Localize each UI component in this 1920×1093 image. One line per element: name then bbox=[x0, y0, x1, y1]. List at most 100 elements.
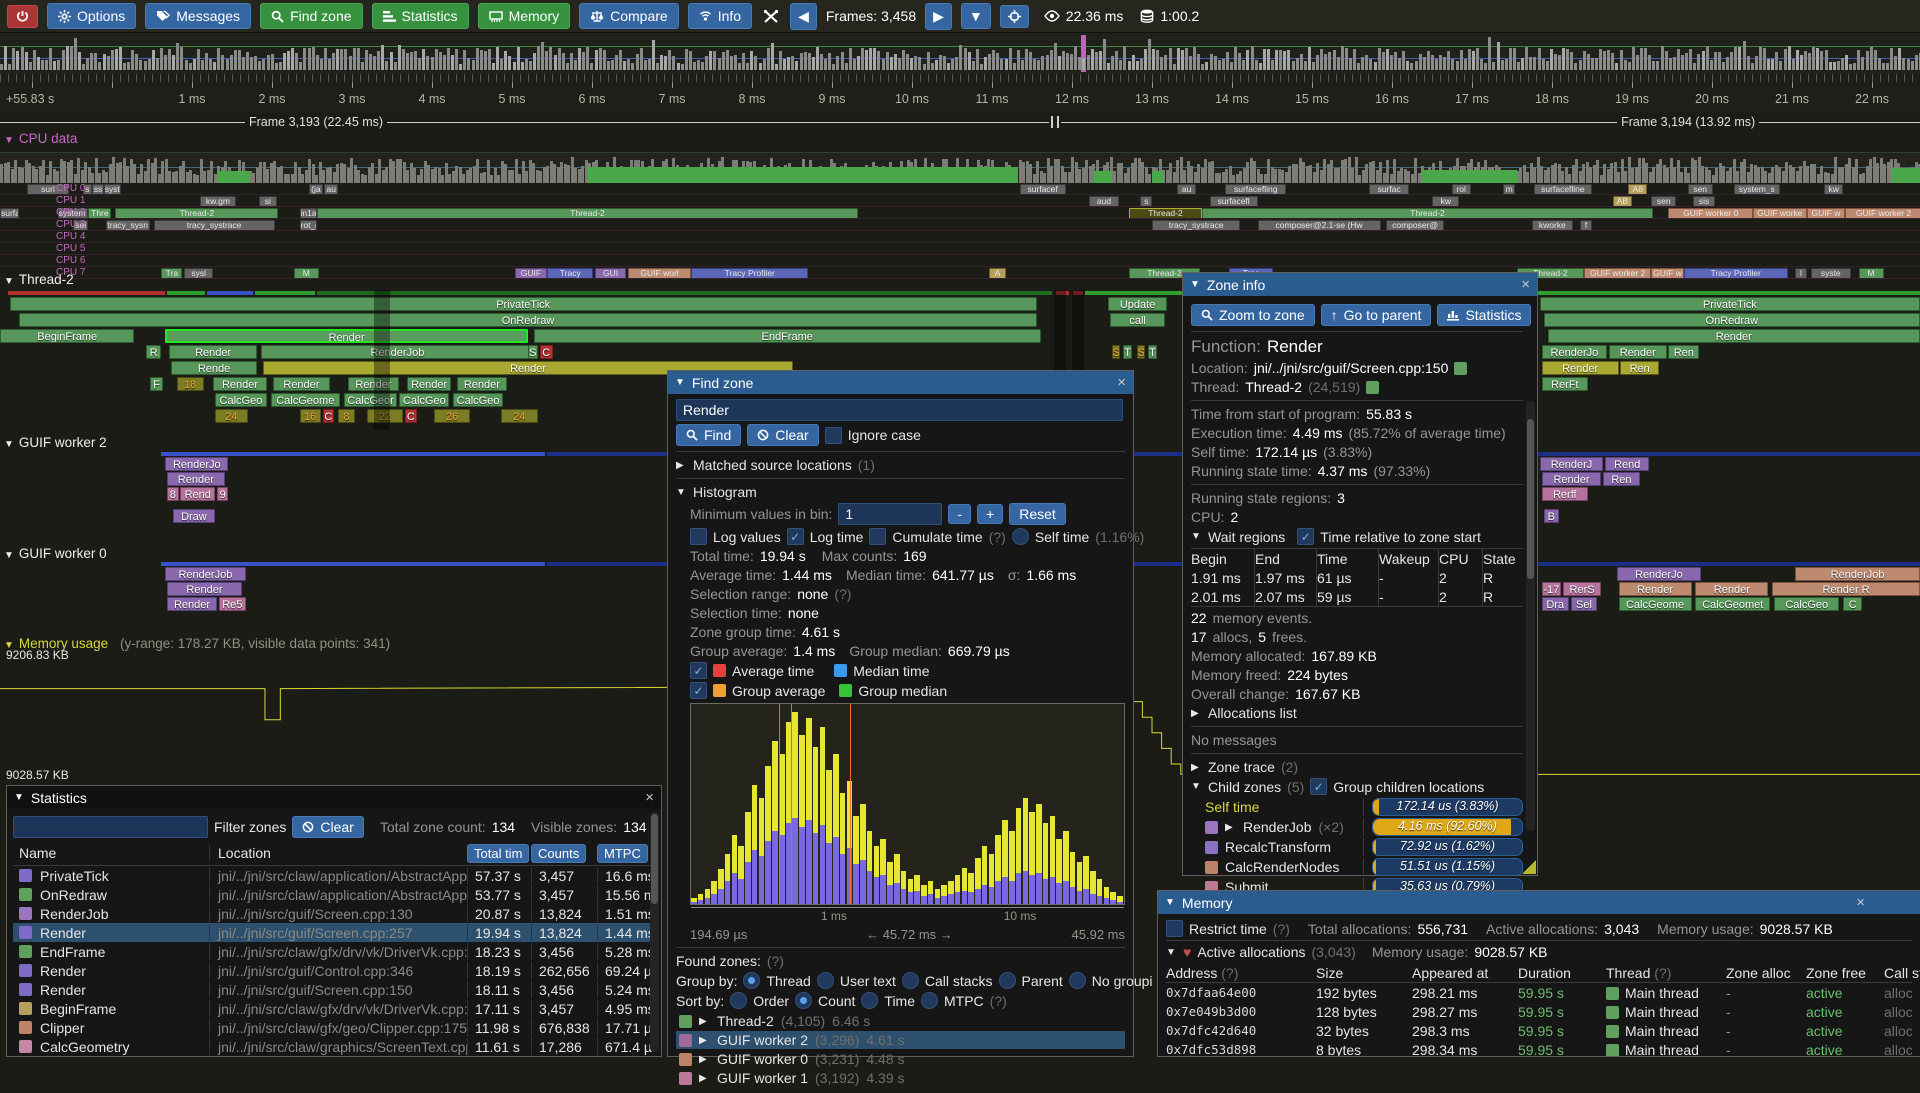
findzone-histogram[interactable] bbox=[690, 703, 1125, 905]
cpu-zone-chip[interactable]: I bbox=[1795, 268, 1807, 279]
zone-chip[interactable]: Render bbox=[1695, 582, 1768, 596]
cpu-zone-chip[interactable]: M bbox=[294, 268, 319, 279]
zone-chip[interactable]: RenderJo bbox=[165, 457, 228, 471]
cpu-zone-chip[interactable]: kw bbox=[1824, 184, 1843, 195]
ignore-case-checkbox[interactable] bbox=[825, 427, 842, 444]
cpu-zone-chip[interactable]: GUIF worke bbox=[1753, 208, 1807, 219]
zone-chip[interactable]: Render bbox=[169, 345, 257, 359]
clear-filter-button[interactable]: Clear bbox=[292, 816, 363, 838]
zone-chip[interactable]: B bbox=[1544, 509, 1559, 523]
group-radio-call-stacks[interactable] bbox=[902, 972, 919, 989]
cpu-zone-chip[interactable]: surfacefline bbox=[1534, 184, 1592, 195]
statistics-row[interactable]: Renderjni/../jni/src/guif/Screen.cpp:257… bbox=[13, 923, 655, 942]
cpu-zone-chip[interactable]: (ja bbox=[309, 184, 323, 195]
zone-statistics-button[interactable]: Statistics bbox=[1437, 304, 1531, 326]
zone-chip[interactable]: 24 bbox=[501, 409, 537, 423]
cpu-zone-chip[interactable]: kw bbox=[1432, 196, 1459, 207]
group-radio-thread[interactable] bbox=[743, 972, 760, 989]
column-name[interactable]: Name bbox=[13, 845, 209, 861]
cpu-zone-chip[interactable]: rot_d bbox=[300, 220, 317, 231]
zone-chip[interactable]: F bbox=[150, 377, 163, 391]
scrollbar[interactable] bbox=[650, 812, 659, 1052]
frame-dropdown-button[interactable]: ▼ bbox=[961, 3, 991, 29]
cpu-zone-chip[interactable]: Thread-2 bbox=[1202, 208, 1653, 219]
find-button[interactable]: Find bbox=[676, 424, 741, 446]
zone-chip[interactable]: CalcGeome bbox=[271, 393, 340, 407]
group-children-checkbox[interactable]: ✓ bbox=[1310, 778, 1327, 795]
cpu-zone-chip[interactable]: system_s bbox=[1734, 184, 1780, 195]
reset-button[interactable]: Reset bbox=[1009, 503, 1066, 525]
frame-minimap[interactable] bbox=[0, 33, 1920, 74]
messages-button[interactable]: Messages bbox=[145, 3, 251, 29]
sort-radio-count[interactable] bbox=[795, 992, 812, 1009]
close-icon[interactable]: × bbox=[1521, 276, 1530, 293]
cpu-zone-chip[interactable]: sen bbox=[1688, 184, 1713, 195]
prev-frame-button[interactable]: ◀ bbox=[790, 3, 817, 30]
options-button[interactable]: Options bbox=[47, 3, 136, 29]
cpu-zone-chip[interactable]: ss bbox=[92, 184, 104, 195]
guif-worker2-header[interactable]: ▼GUIF worker 2 bbox=[4, 435, 107, 450]
column-appeared[interactable]: Appeared at bbox=[1412, 965, 1518, 981]
cpu-zone-chip[interactable]: si bbox=[259, 196, 276, 207]
zone-chip[interactable]: Render bbox=[457, 377, 507, 391]
cpu-zone-chip[interactable]: sen bbox=[1651, 196, 1676, 207]
cpu-zone-chip[interactable]: A bbox=[989, 268, 1006, 279]
guif-worker0-header[interactable]: ▼GUIF worker 0 bbox=[4, 546, 107, 561]
child-zone-row[interactable]: Self time172.14 us (3.83%) bbox=[1205, 798, 1523, 816]
cpu-zone-chip[interactable]: Tracy Profiler bbox=[691, 268, 808, 279]
histogram-section[interactable]: ▼ Histogram bbox=[676, 484, 1125, 500]
zone-trace-section[interactable]: ▶Zone trace(2) bbox=[1191, 759, 1523, 775]
zone-chip[interactable]: T bbox=[1148, 345, 1157, 359]
statistics-row[interactable]: Renderjni/../jni/src/guif/Screen.cpp:150… bbox=[13, 980, 655, 999]
zone-chip[interactable]: Re5 bbox=[219, 597, 246, 611]
group-radio-no-groupi[interactable] bbox=[1069, 972, 1086, 989]
cpu-zone-chip[interactable]: Thre bbox=[88, 208, 111, 219]
zone-chip[interactable]: -17 bbox=[1542, 582, 1561, 596]
wait-region-row[interactable]: 1.91 ms1.97 ms61 µs-2R bbox=[1191, 568, 1523, 587]
cpu-zone-chip[interactable]: Tracy bbox=[547, 268, 593, 279]
zone-chip[interactable]: CalcGeo bbox=[1774, 597, 1839, 611]
statistics-row[interactable]: Clipperjni/../jni/src/claw/gfx/geo/Clipp… bbox=[13, 1018, 655, 1037]
zone-chip[interactable]: CalcGeo bbox=[453, 393, 503, 407]
zone-chip[interactable]: 8 bbox=[167, 487, 179, 501]
zone-chip[interactable]: S bbox=[1137, 345, 1146, 359]
zone-chip[interactable]: PrivateTick bbox=[1540, 297, 1920, 311]
relative-time-checkbox[interactable]: ✓ bbox=[1297, 528, 1314, 545]
zone-chip[interactable]: Render bbox=[167, 597, 217, 611]
scrollbar[interactable] bbox=[1526, 401, 1535, 831]
column-call-stack[interactable]: Call stack bbox=[1884, 965, 1920, 981]
zone-chip[interactable]: RerS bbox=[1563, 582, 1601, 596]
wait-region-row[interactable]: 2.01 ms2.07 ms59 µs-2R bbox=[1191, 587, 1523, 606]
zone-chip[interactable]: Render bbox=[1542, 361, 1619, 375]
zone-chip[interactable]: Render bbox=[167, 582, 242, 596]
tools-button[interactable] bbox=[761, 9, 781, 24]
zone-chip[interactable]: Render bbox=[273, 377, 331, 391]
cpu-zone-chip[interactable]: composer@ bbox=[1386, 220, 1444, 231]
min-bin-increase-button[interactable]: + bbox=[977, 504, 1003, 524]
cpu-zone-chip[interactable]: surfacef bbox=[1020, 184, 1066, 195]
cpu-zone-chip[interactable]: GUIF worker 2 bbox=[1845, 208, 1920, 219]
log-values-checkbox[interactable] bbox=[690, 528, 707, 545]
zone-chip[interactable]: RerFt bbox=[1542, 377, 1588, 391]
statistics-row[interactable]: PrivateTickjni/../jni/src/claw/applicati… bbox=[13, 866, 655, 885]
find-zone-titlebar[interactable]: ▼ Find zone × bbox=[668, 371, 1133, 394]
statistics-row[interactable]: BeginFramejni/../jni/src/claw/gfx/drv/vk… bbox=[13, 999, 655, 1018]
zone-info-titlebar[interactable]: ▼ Zone info × bbox=[1183, 273, 1537, 296]
cpu-zone-chip[interactable]: tracy_systrace bbox=[1152, 220, 1240, 231]
cpu-zone-chip[interactable]: M bbox=[1859, 268, 1884, 279]
column-zone-alloc[interactable]: Zone alloc bbox=[1726, 965, 1806, 981]
cpu-zone-chip[interactable]: tracy_sysn bbox=[106, 220, 150, 231]
zone-chip[interactable]: Sel bbox=[1571, 597, 1598, 611]
column-address[interactable]: Address bbox=[1166, 965, 1217, 981]
cpu-zone-chip[interactable]: GUIF w bbox=[1807, 208, 1845, 219]
cpu-zone-chip[interactable]: kworke bbox=[1532, 220, 1572, 231]
zone-chip[interactable]: Update bbox=[1108, 297, 1168, 311]
zone-chip[interactable]: BeginFrame bbox=[0, 329, 134, 343]
zone-chip[interactable]: 18 bbox=[177, 377, 204, 391]
zone-chip[interactable]: RenderJo bbox=[1542, 345, 1607, 359]
zone-chip[interactable]: Ren bbox=[1620, 361, 1658, 375]
cpu-zone-chip[interactable]: Thread-2 bbox=[115, 208, 278, 219]
statistics-row[interactable]: CalcGeometryjni/../jni/src/claw/graphics… bbox=[13, 1037, 655, 1056]
find-zone-button[interactable]: Find zone bbox=[260, 3, 362, 29]
cpu-data-header[interactable]: ▼CPU data bbox=[4, 131, 77, 146]
